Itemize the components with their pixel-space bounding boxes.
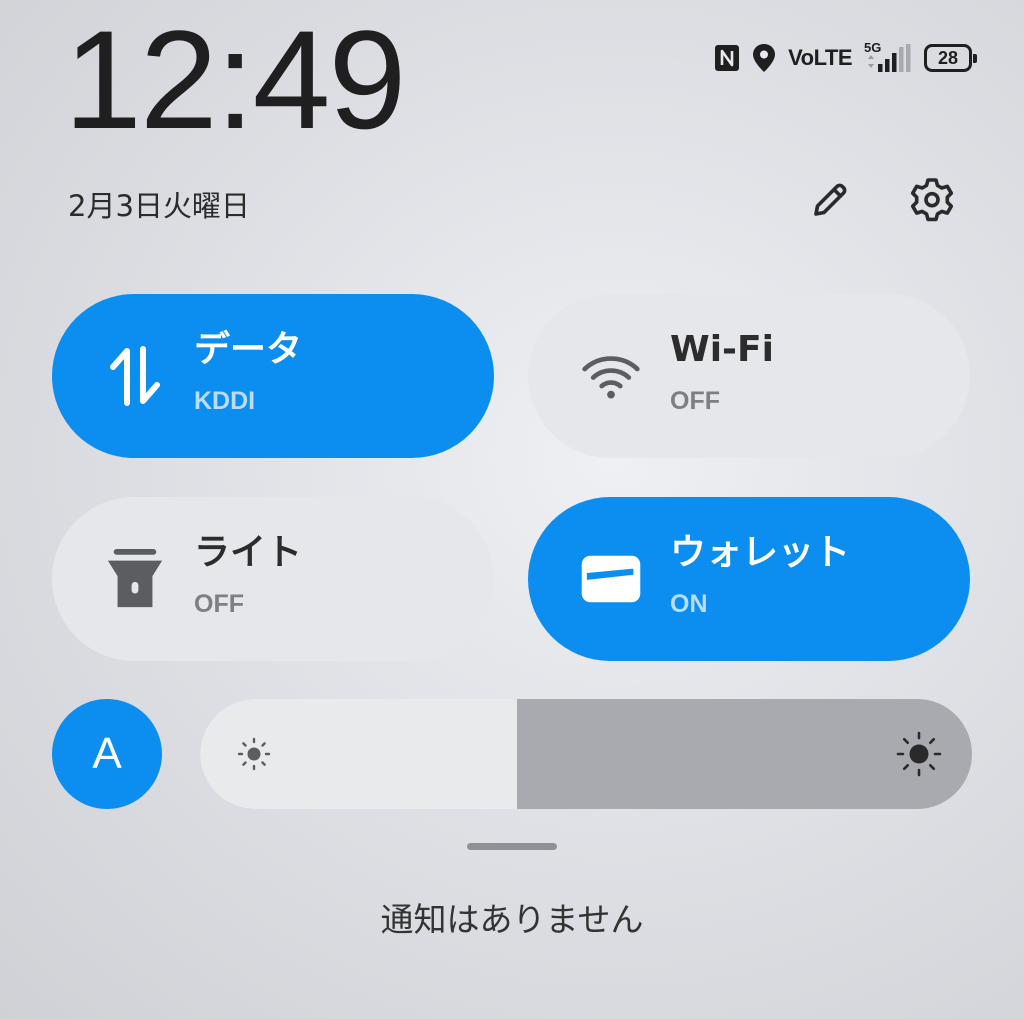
volte-label: VoLTE	[788, 45, 852, 70]
clock-time: 12:49	[64, 1, 406, 158]
tile-title: データ	[194, 329, 303, 370]
tile-flashlight[interactable]: ライト OFF	[52, 497, 494, 661]
status-bar: VoLTE 5G 28	[714, 40, 977, 76]
brightness-low-icon	[236, 736, 272, 772]
brightness-high-icon	[896, 731, 942, 777]
auto-brightness-button[interactable]: A	[52, 699, 162, 809]
brightness-slider[interactable]	[200, 699, 972, 809]
tile-subtitle: ON	[670, 590, 708, 618]
location-icon	[752, 43, 776, 73]
flashlight-icon	[104, 548, 166, 610]
signal-5g-icon: 5G	[864, 40, 912, 74]
pencil-icon	[808, 178, 852, 226]
mobile-data-icon	[104, 345, 166, 407]
battery-level: 28	[937, 47, 959, 68]
tile-title: ウォレット	[670, 532, 851, 573]
wallet-icon	[580, 548, 642, 610]
edit-button[interactable]	[804, 176, 856, 228]
settings-button[interactable]	[906, 176, 958, 228]
gear-icon	[909, 177, 955, 227]
drag-handle[interactable]	[467, 843, 557, 850]
tile-wifi[interactable]: Wi-Fi OFF	[528, 294, 970, 458]
tile-subtitle: KDDI	[194, 387, 256, 415]
auto-brightness-label: A	[92, 729, 122, 778]
tile-mobile-data[interactable]: データ KDDI	[52, 294, 494, 458]
nfc-icon	[714, 44, 740, 72]
tile-subtitle: OFF	[194, 590, 244, 618]
no-notifications-text: 通知はありません	[380, 900, 644, 939]
battery-icon: 28	[924, 44, 977, 72]
tile-title: Wi-Fi	[670, 329, 774, 370]
date-label: 2月3日火曜日	[68, 189, 250, 223]
tile-wallet[interactable]: ウォレット ON	[528, 497, 970, 661]
tile-subtitle: OFF	[670, 387, 720, 415]
wifi-icon	[580, 345, 642, 407]
tile-title: ライト	[194, 532, 303, 573]
